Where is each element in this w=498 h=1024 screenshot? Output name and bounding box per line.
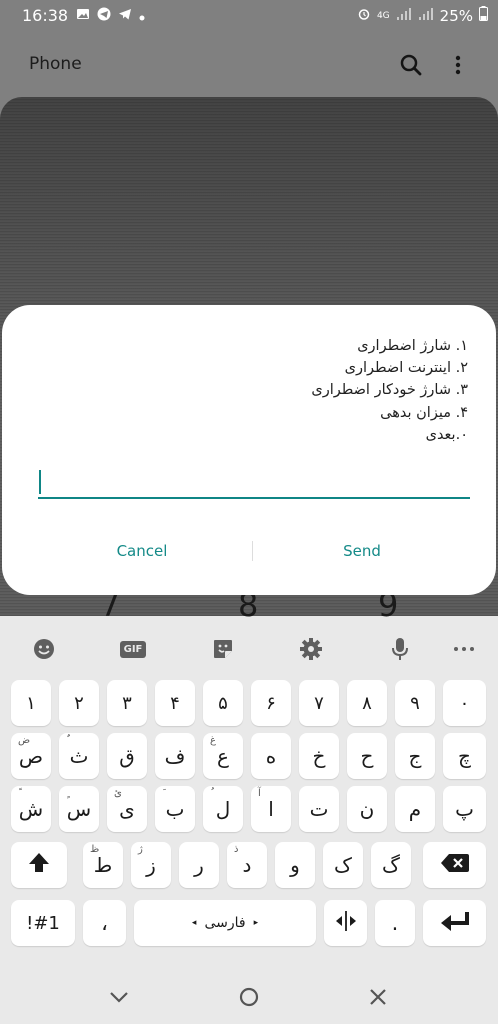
ussd-dialog: ۱. شارژ اضطراری ۲. اینترنت اضطراری ۳. شا… bbox=[2, 305, 496, 595]
key[interactable]: چ bbox=[443, 733, 486, 779]
emoji-icon[interactable] bbox=[31, 636, 57, 662]
more-options-icon[interactable] bbox=[448, 52, 468, 78]
comma-key[interactable]: ، bbox=[83, 900, 126, 946]
key[interactable]: و bbox=[275, 842, 315, 888]
ussd-line: ۴. میزان بدهی bbox=[380, 404, 468, 421]
battery-percent: 25% bbox=[439, 6, 473, 25]
ussd-message: ۱. شارژ اضطراری ۲. اینترنت اضطراری ۳. شا… bbox=[68, 335, 468, 446]
search-icon[interactable] bbox=[398, 52, 424, 78]
key[interactable]: ۹ bbox=[395, 680, 435, 726]
key[interactable]: آا bbox=[251, 786, 291, 832]
status-bar: 16:38 4G 25% bbox=[0, 0, 498, 32]
key[interactable]: ًش bbox=[11, 786, 51, 832]
key[interactable]: ۱ bbox=[11, 680, 51, 726]
key[interactable]: ژز bbox=[131, 842, 171, 888]
arrow-right-icon: ▸ bbox=[253, 918, 259, 928]
key[interactable]: ضص bbox=[11, 733, 51, 779]
key[interactable]: ظط bbox=[83, 842, 123, 888]
gif-icon[interactable]: GIF bbox=[119, 636, 147, 662]
button-divider bbox=[252, 541, 253, 561]
gallery-icon bbox=[76, 6, 90, 25]
ussd-line: ۲. اینترنت اضطراری bbox=[344, 360, 468, 377]
keyboard: GIF ۱ ۲ ۳ ۴ ۵ ۶ ۷ ۸ ۹ ۰ ضص ٌث ق ف غع ه خ bbox=[0, 616, 498, 1024]
key[interactable]: ُل bbox=[203, 786, 243, 832]
telegram-icon bbox=[118, 6, 132, 25]
backspace-icon bbox=[440, 852, 470, 879]
dialog-buttons: Cancel Send bbox=[2, 533, 496, 569]
send-button[interactable]: Send bbox=[262, 533, 462, 569]
microphone-icon[interactable] bbox=[387, 636, 413, 662]
settings-icon[interactable] bbox=[298, 636, 324, 662]
symbols-key[interactable]: !#1 bbox=[11, 900, 75, 946]
recents-icon[interactable] bbox=[363, 982, 393, 1012]
signal-icon bbox=[418, 7, 434, 25]
navigation-bar bbox=[0, 968, 498, 1024]
backspace-key[interactable] bbox=[423, 842, 486, 888]
cursor-move-key[interactable] bbox=[324, 900, 367, 946]
key[interactable]: م bbox=[395, 786, 435, 832]
back-icon[interactable] bbox=[104, 982, 134, 1012]
period-key[interactable]: . bbox=[375, 900, 415, 946]
key[interactable]: ه bbox=[251, 733, 291, 779]
key[interactable]: َب bbox=[155, 786, 195, 832]
key[interactable]: ر bbox=[179, 842, 219, 888]
key[interactable]: ۷ bbox=[299, 680, 339, 726]
status-time: 16:38 bbox=[22, 6, 69, 25]
key[interactable]: ق bbox=[107, 733, 147, 779]
shift-key[interactable] bbox=[11, 842, 67, 888]
key[interactable]: ح bbox=[347, 733, 387, 779]
key[interactable]: ک bbox=[323, 842, 363, 888]
key[interactable]: گ bbox=[371, 842, 411, 888]
key[interactable]: ۳ bbox=[107, 680, 147, 726]
home-icon[interactable] bbox=[234, 982, 264, 1012]
arrow-left-icon: ◂ bbox=[191, 918, 197, 928]
key[interactable]: ت bbox=[299, 786, 339, 832]
enter-key[interactable] bbox=[423, 900, 486, 946]
network-type: 4G bbox=[376, 10, 390, 21]
key[interactable]: ۰ bbox=[443, 680, 486, 726]
telegram-icon bbox=[97, 6, 111, 25]
ussd-line: ۳. شارژ خودکار اضطراری bbox=[311, 382, 468, 399]
key[interactable]: ج bbox=[395, 733, 435, 779]
cursor-move-icon bbox=[334, 910, 358, 937]
key[interactable]: پ bbox=[443, 786, 486, 832]
key[interactable]: غع bbox=[203, 733, 243, 779]
dot-icon bbox=[139, 6, 145, 25]
key[interactable]: خ bbox=[299, 733, 339, 779]
key[interactable]: ۲ bbox=[59, 680, 99, 726]
key[interactable]: ٌث bbox=[59, 733, 99, 779]
signal-icon bbox=[396, 7, 412, 25]
key[interactable]: ۶ bbox=[251, 680, 291, 726]
key[interactable]: ۸ bbox=[347, 680, 387, 726]
space-label: فارسی bbox=[204, 915, 246, 931]
shift-icon bbox=[26, 850, 52, 881]
enter-icon bbox=[439, 910, 471, 937]
key[interactable]: ذد bbox=[227, 842, 267, 888]
alarm-icon bbox=[357, 7, 371, 25]
key[interactable]: ٍس bbox=[59, 786, 99, 832]
app-toolbar: Phone bbox=[0, 40, 498, 88]
ussd-reply-input[interactable] bbox=[38, 465, 470, 499]
ussd-line: ۱. شارژ اضطراری bbox=[357, 338, 468, 354]
app-title: Phone bbox=[29, 54, 82, 74]
key[interactable]: ۵ bbox=[203, 680, 243, 726]
sticker-icon[interactable] bbox=[210, 636, 236, 662]
key[interactable]: ف bbox=[155, 733, 195, 779]
key[interactable]: ۴ bbox=[155, 680, 195, 726]
text-cursor bbox=[39, 470, 41, 494]
cancel-button[interactable]: Cancel bbox=[42, 533, 242, 569]
space-key[interactable]: ◂ فارسی ▸ bbox=[134, 900, 316, 946]
keyboard-toolbar: GIF bbox=[0, 616, 498, 680]
ussd-line: ۰.بعدی bbox=[425, 426, 468, 443]
key[interactable]: ئی bbox=[107, 786, 147, 832]
battery-icon bbox=[479, 6, 488, 25]
key[interactable]: ن bbox=[347, 786, 387, 832]
more-icon[interactable] bbox=[451, 636, 477, 662]
